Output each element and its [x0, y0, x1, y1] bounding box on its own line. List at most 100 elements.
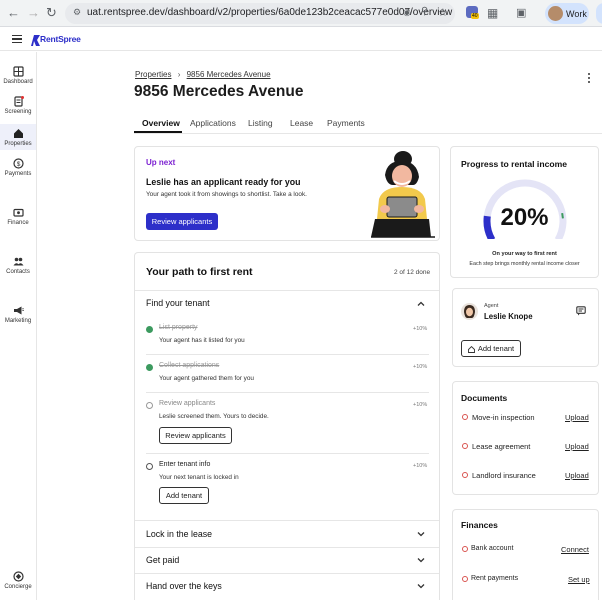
brand-name[interactable]: RentSpree — [40, 34, 81, 44]
profile-overflow — [596, 3, 602, 24]
profile-label: Work — [566, 9, 587, 19]
sidebar-item-properties[interactable]: Properties — [0, 124, 36, 150]
tab-search-icon[interactable]: ▣ — [516, 6, 526, 20]
completed-check-icon — [146, 364, 153, 371]
agent-card: Agent Leslie Knope Add tenant — [452, 288, 599, 367]
tab-payments[interactable]: Payments — [327, 118, 365, 128]
rental-progress-value: 20% — [500, 204, 549, 231]
section-hand-over-keys[interactable]: Hand over the keys — [135, 574, 439, 599]
document-row: Move-in inspection Upload — [453, 411, 600, 425]
setup-link[interactable]: Set up — [568, 575, 590, 584]
step-enter-tenant-info: Enter tenant info Your next tenant is lo… — [135, 459, 439, 511]
address-bar[interactable]: ⚙ uat.rentspree.dev/dashboard/v2/propert… — [65, 3, 455, 24]
documents-title: Documents — [461, 393, 508, 403]
up-next-body: Your agent took it from showings to shor… — [146, 191, 307, 198]
screening-icon — [13, 96, 24, 107]
profile-button[interactable]: Work — [545, 3, 589, 24]
section-lock-lease[interactable]: Lock in the lease — [135, 521, 439, 546]
sidebar-item-label: Dashboard — [3, 79, 33, 85]
completed-check-icon — [146, 326, 153, 333]
breadcrumb-current[interactable]: 9856 Mercedes Avenue — [187, 70, 271, 79]
review-applicants-step-button[interactable]: Review applicants — [159, 427, 232, 444]
rental-progress-subcaption: Each step brings monthly rental income c… — [469, 261, 580, 267]
document-row: Landlord insurance Upload — [453, 469, 600, 483]
agent-avatar — [461, 303, 478, 320]
pending-circle-icon — [146, 402, 153, 409]
add-tenant-step-button[interactable]: Add tenant — [159, 487, 209, 504]
megaphone-icon — [13, 306, 24, 315]
menu-icon[interactable] — [12, 35, 22, 43]
document-label: Lease agreement — [472, 442, 531, 451]
puzzle-icon[interactable]: ▦ — [487, 6, 498, 20]
agent-name: Leslie Knope — [484, 312, 533, 321]
tab-active-indicator — [134, 131, 182, 133]
connect-link[interactable]: Connect — [561, 545, 589, 554]
chevron-down-icon — [417, 532, 425, 537]
app-header: RentSpree — [0, 27, 602, 51]
upload-link[interactable]: Upload — [565, 471, 589, 480]
back-icon[interactable]: ← — [7, 6, 20, 20]
step-label: Collect applications — [159, 362, 220, 369]
tab-lease[interactable]: Lease — [290, 118, 313, 128]
add-tenant-button[interactable]: Add tenant — [461, 340, 521, 357]
extension-icon[interactable]: 40 — [466, 6, 479, 19]
rental-progress-caption: On your way to first rent — [492, 251, 557, 257]
svg-text:$: $ — [16, 161, 20, 168]
path-title: Your path to first rent — [146, 266, 253, 278]
path-progress-count: 2 of 12 done — [394, 269, 431, 276]
agent-role: Agent — [484, 303, 499, 309]
section-get-paid[interactable]: Get paid — [135, 548, 439, 572]
home-icon — [13, 129, 23, 138]
finances-card: Finances Bank account Connect Rent payme… — [452, 509, 599, 600]
site-info-icon[interactable]: ⚙ — [73, 7, 81, 18]
step-list-property: List property Your agent has it listed f… — [135, 321, 439, 353]
sidebar-item-label: Properties — [4, 141, 32, 147]
chevron-up-icon — [417, 301, 425, 306]
section-title: Lock in the lease — [146, 529, 213, 539]
tab-overview[interactable]: Overview — [142, 118, 180, 128]
step-label: Review applicants — [159, 400, 216, 407]
finance-label: Bank account — [471, 545, 514, 552]
tab-listing[interactable]: Listing — [248, 118, 273, 128]
find-tenant-section-header[interactable]: Find your tenant — [135, 291, 439, 315]
browser-toolbar: ← → ↻ ⚙ uat.rentspree.dev/dashboard/v2/p… — [0, 0, 602, 27]
brand-logo-icon — [31, 33, 40, 46]
zoom-icon[interactable]: ⚲ — [421, 6, 428, 17]
sidebar-item-finance[interactable]: Finance — [0, 207, 36, 229]
step-desc: Your next tenant is locked in — [159, 474, 239, 481]
profile-avatar — [548, 6, 563, 21]
step-percent: +10% — [413, 364, 428, 370]
step-desc: Leslie screened them. Yours to decide. — [159, 413, 269, 420]
finance-label: Rent payments — [471, 575, 519, 582]
sidebar-item-screening[interactable]: Screening — [0, 96, 36, 118]
document-row: Lease agreement Upload — [453, 440, 600, 454]
home-small-icon — [468, 345, 475, 353]
sidebar-item-concierge[interactable]: Concierge — [0, 571, 36, 593]
sidebar-item-dashboard[interactable]: Dashboard — [0, 66, 36, 88]
finance-row: Rent payments Set up — [453, 573, 600, 587]
sidebar-item-contacts[interactable]: Contacts — [0, 256, 36, 278]
step-percent: +10% — [413, 402, 428, 408]
review-applicants-button[interactable]: Review applicants — [146, 213, 218, 230]
section-title: Get paid — [146, 555, 180, 565]
rental-progress-title: Progress to rental income — [461, 159, 568, 169]
url-text: uat.rentspree.dev/dashboard/v2/propertie… — [87, 7, 453, 18]
more-options-icon[interactable] — [587, 72, 591, 84]
person-with-tablet-illustration — [371, 151, 435, 238]
forward-icon[interactable]: → — [27, 6, 40, 20]
step-label: Enter tenant info — [159, 461, 211, 468]
bookmark-star-icon[interactable]: ☆ — [438, 6, 448, 19]
documents-card: Documents Move-in inspection Upload Leas… — [452, 381, 599, 495]
sidebar-item-payments[interactable]: $ Payments — [0, 158, 36, 180]
tab-applications[interactable]: Applications — [190, 118, 236, 128]
sidebar-item-marketing[interactable]: Marketing — [0, 305, 36, 327]
reload-icon[interactable]: ↻ — [46, 6, 57, 20]
incognito-icon[interactable]: ◉ — [403, 7, 411, 18]
page-title: 9856 Mercedes Avenue — [134, 83, 304, 100]
breadcrumb-link-properties[interactable]: Properties — [135, 70, 171, 79]
upload-link[interactable]: Upload — [565, 413, 589, 422]
warning-icon — [462, 576, 468, 582]
message-icon[interactable] — [576, 306, 586, 316]
sidebar: Dashboard Screening Properties $ Payment… — [0, 52, 37, 600]
upload-link[interactable]: Upload — [565, 442, 589, 451]
